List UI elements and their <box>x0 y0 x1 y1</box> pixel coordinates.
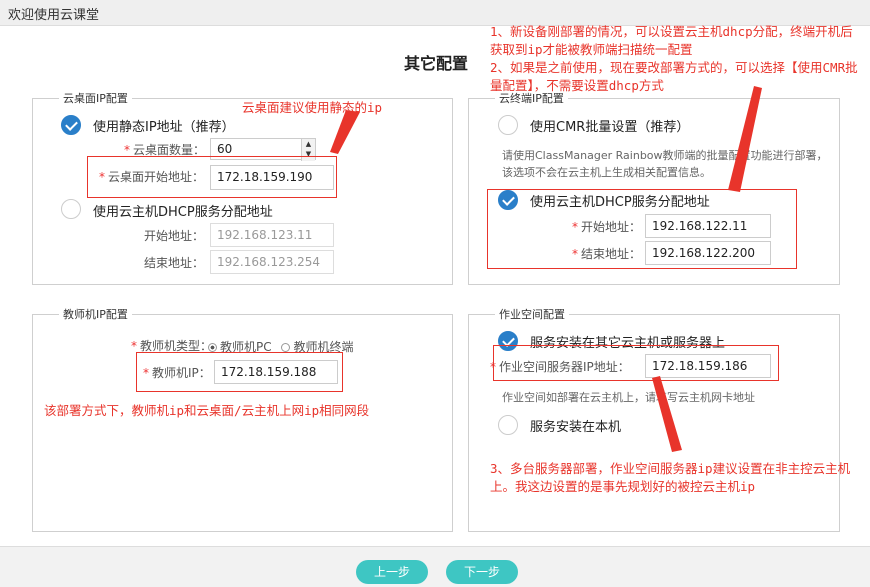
terminal-dhcp-highlight <box>487 189 797 269</box>
teacher-ip-highlight <box>136 352 343 392</box>
teacher-pc-radio[interactable] <box>208 343 217 352</box>
teacher-ip-legend: 教师机IP配置 <box>59 306 132 322</box>
annotation-teacher: 该部署方式下，教师机ip和云桌面/云主机上网ip相同网段 <box>44 403 370 418</box>
desktop-dhcp-start-label: 开始地址： <box>144 229 205 243</box>
desktop-count-value: 60 <box>217 142 233 156</box>
desktop-dhcp-end-label: 结束地址： <box>144 256 205 270</box>
static-ip-radio[interactable] <box>61 115 81 135</box>
footer-bar <box>0 546 870 587</box>
cmr-option-label[interactable]: 使用CMR批量设置（推荐） <box>530 116 689 135</box>
workspace-local-radio[interactable] <box>498 415 518 435</box>
desktop-dhcp-end-input: 192.168.123.254 <box>210 250 334 274</box>
workspace-server-highlight <box>493 345 779 381</box>
prev-button[interactable]: 上一步 <box>356 560 428 584</box>
annotation-workspace: 3、多台服务器部署，作业空间服务器ip建议设置在非主控云主机上。我这边设置的是事… <box>490 461 851 494</box>
annotation-desktop: 云桌面建议使用静态的ip <box>242 100 383 115</box>
workspace-legend: 作业空间配置 <box>495 306 569 322</box>
static-ip-option-label[interactable]: 使用静态IP地址（推荐） <box>93 116 235 135</box>
cmr-radio[interactable] <box>498 115 518 135</box>
desktop-dhcp-radio[interactable] <box>61 199 81 219</box>
desktop-ip-legend: 云桌面IP配置 <box>59 90 132 106</box>
desktop-dhcp-start-input: 192.168.123.11 <box>210 223 334 247</box>
workspace-local-option-label[interactable]: 服务安装在本机 <box>530 416 621 435</box>
next-button[interactable]: 下一步 <box>446 560 518 584</box>
desktop-dhcp-option-label[interactable]: 使用云主机DHCP服务分配地址 <box>93 201 273 220</box>
annotation-top-right: 1、新设备刚部署的情况，可以设置云主机dhcp分配，终端开机后获取到ip才能被教… <box>490 24 858 93</box>
cmr-note: 请使用ClassManager Rainbow教师端的批量配置功能进行部署，该选… <box>502 149 828 179</box>
page-title: 其它配置 <box>404 54 469 73</box>
teacher-terminal-radio[interactable] <box>281 343 291 352</box>
desktop-start-highlight <box>87 156 337 198</box>
workspace-note: 作业空间如部署在云主机上，请填写云主机网卡地址 <box>502 391 755 404</box>
